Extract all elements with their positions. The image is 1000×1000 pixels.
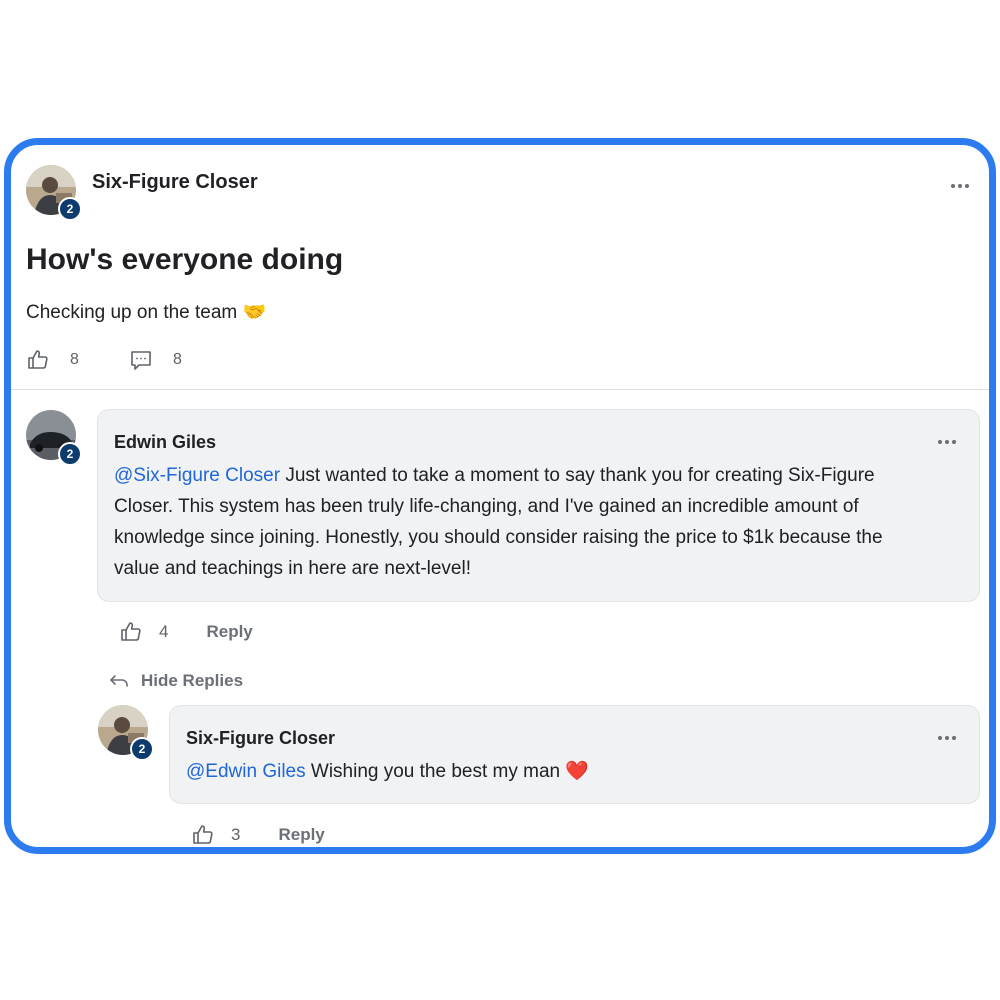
post-author-name[interactable]: Six-Figure Closer xyxy=(92,171,258,194)
post-card: 2 Six-Figure Closer How's everyone doing… xyxy=(4,138,996,854)
mention-link[interactable]: @Edwin Giles xyxy=(186,761,306,782)
more-options-icon[interactable] xyxy=(938,736,956,740)
comment-bubble: Edwin Giles @Six-Figure Closer Just want… xyxy=(97,409,980,602)
hide-replies-label: Hide Replies xyxy=(141,671,244,690)
level-badge: 2 xyxy=(58,197,82,221)
post-comment-button[interactable]: 8 xyxy=(129,348,182,372)
comment-author-avatar[interactable]: 2 xyxy=(26,410,82,466)
comment-text: @Six-Figure Closer Just wanted to take a… xyxy=(114,465,883,579)
thumbs-up-icon[interactable] xyxy=(191,823,215,847)
reply-author-avatar[interactable]: 2 xyxy=(98,705,154,761)
reply-text: @Edwin Giles Wishing you the best my man… xyxy=(186,761,590,782)
post-like-count: 8 xyxy=(70,351,79,368)
post-comment-count: 8 xyxy=(173,351,182,368)
post-title: How's everyone doing xyxy=(26,243,344,276)
post-body: Checking up on the team 🤝 xyxy=(26,302,267,323)
comment-actions: 4 Reply xyxy=(119,620,253,644)
post-like-button[interactable]: 8 xyxy=(26,348,79,372)
more-options-icon[interactable] xyxy=(951,184,969,188)
reply-button[interactable]: Reply xyxy=(278,825,324,845)
reply-button[interactable]: Reply xyxy=(206,622,252,642)
divider xyxy=(11,389,989,390)
comment-icon xyxy=(131,351,151,370)
mention-link[interactable]: @Six-Figure Closer xyxy=(114,465,280,486)
thumbs-up-icon[interactable] xyxy=(119,620,143,644)
post-author-avatar[interactable]: 2 xyxy=(26,165,82,221)
reply-like-count: 3 xyxy=(231,825,241,844)
thumbs-up-icon xyxy=(28,350,48,369)
level-badge: 2 xyxy=(130,737,154,761)
level-badge: 2 xyxy=(58,442,82,466)
comment-author-name[interactable]: Edwin Giles xyxy=(114,432,216,453)
reply-actions: 3 Reply xyxy=(191,823,325,847)
reply-bubble: Six-Figure Closer @Edwin Giles Wishing y… xyxy=(169,705,980,804)
hide-replies-button[interactable]: Hide Replies xyxy=(109,671,243,691)
more-options-icon[interactable] xyxy=(938,440,956,444)
comment-like-count: 4 xyxy=(159,622,169,641)
hide-replies-arrow-icon xyxy=(110,675,128,687)
reply-author-name[interactable]: Six-Figure Closer xyxy=(186,728,335,749)
